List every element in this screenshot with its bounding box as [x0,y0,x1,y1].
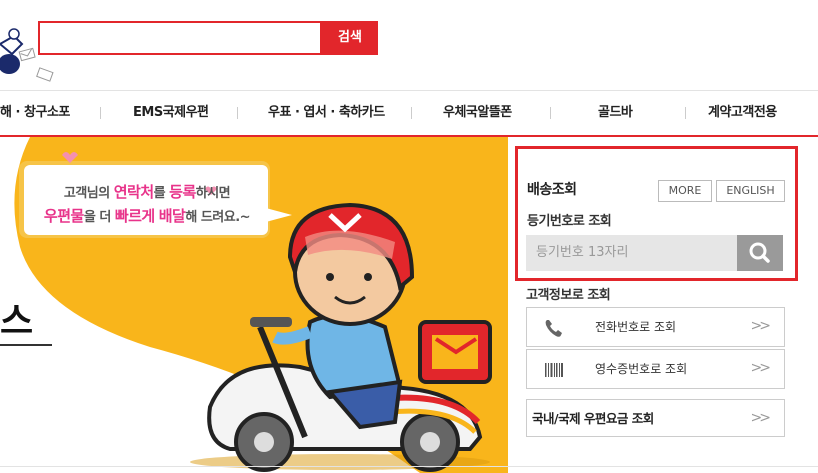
nav-divider [100,107,101,119]
chevron-right-icon: >> [750,410,772,426]
tracking-number-input[interactable]: 등기번호 13자리 [526,235,738,271]
search-icon [749,242,770,263]
phone-lookup-label: 전화번호로 조회 [595,320,677,334]
delivery-title: 배송조회 [527,182,577,198]
nav-item-mobile[interactable]: 우체국알뜰폰 [443,91,512,135]
speech-text: 을 더 [83,210,115,225]
search-button[interactable]: 검색 [322,21,378,55]
banner-title: 스 [0,301,34,342]
nav-divider [237,107,238,119]
speech-highlight: 우편물 [43,207,84,225]
banner-title-underline [0,344,52,346]
speech-text: 를 [153,186,170,201]
promo-banner[interactable]: 고객님의 연락처를 등록하시면 우편물을 더 빠르게 배달해 드려요.~ [0,137,508,473]
speech-highlight: 빠르게 [114,207,155,225]
speech-line-1: 고객님의 연락처를 등록하시면 [27,181,267,202]
nav-item-ems[interactable]: EMS국제우편 [133,91,209,135]
nav-item-stamps[interactable]: 우표 · 엽서 · 축하카드 [268,91,385,135]
postage-rate-button[interactable]: 국내/국제 우편요금 조회 >> [526,399,785,437]
english-button[interactable]: ENGLISH [716,180,785,202]
phone-lookup-button[interactable]: 전화번호로 조회 >> [526,307,785,347]
speech-highlight: 등록 [169,183,196,201]
nav-divider [550,107,551,119]
barcode-icon [545,363,563,377]
footer-divider [0,466,818,467]
delivery-subtitle: 등기번호로 조회 [527,214,612,229]
speech-line-2: 우편물을 더 빠르게 배달해 드려요.~ [27,205,267,226]
speech-highlight: 연락처 [113,183,154,201]
receipt-lookup-button[interactable]: 영수증번호로 조회 >> [526,349,785,389]
postage-rate-label: 국내/국제 우편요금 조회 [532,411,654,426]
customer-info-title: 고객정보로 조회 [526,288,611,303]
speech-highlight: 배달 [158,207,186,225]
more-button[interactable]: MORE [658,180,712,202]
main-nav: 해 · 창구소포 EMS국제우편 우표 · 엽서 · 축하카드 우체국알뜰폰 골… [0,91,818,135]
phone-icon [545,320,562,337]
search-input[interactable] [38,21,322,55]
nav-divider [411,107,412,119]
speech-text: 하시면 [195,186,231,201]
nav-divider [685,107,686,119]
tracking-search-button[interactable] [737,235,783,271]
chevron-right-icon: >> [750,360,772,376]
nav-item-goldbar[interactable]: 골드바 [598,91,633,135]
speech-text: 해 드려요.~ [185,210,251,225]
nav-item-parcel[interactable]: 해 · 창구소포 [0,91,70,135]
speech-text: 고객님의 [63,186,114,201]
receipt-lookup-label: 영수증번호로 조회 [595,362,688,376]
chevron-right-icon: >> [750,318,772,334]
nav-item-contract[interactable]: 계약고객전용 [708,91,777,135]
